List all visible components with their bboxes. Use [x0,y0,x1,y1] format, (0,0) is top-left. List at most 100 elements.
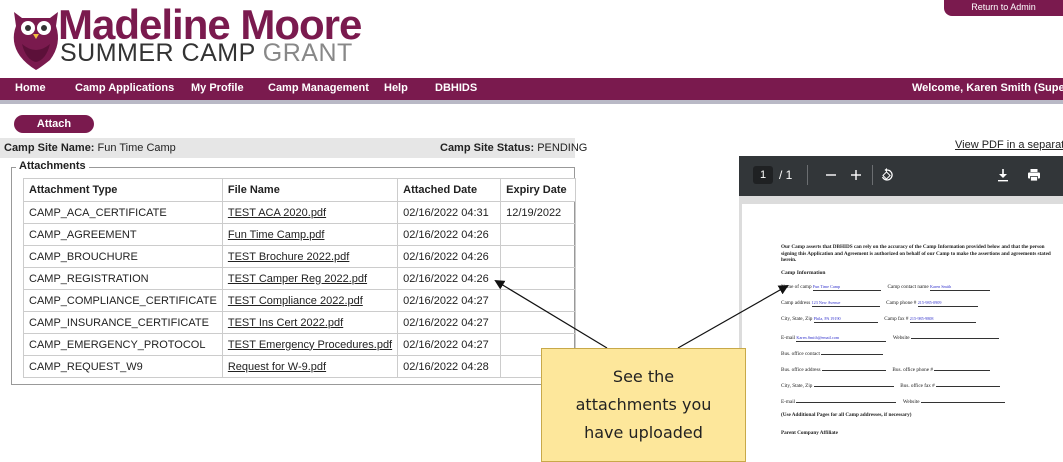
minus-icon[interactable] [825,169,837,181]
site-header: Madeline Moore SUMMER CAMP GRANT Return … [0,0,1063,78]
owl-logo-icon [13,12,58,70]
doc-label: E-mail [781,335,796,341]
doc-row: E-mail Karen.Smith@email.com Website [781,332,999,342]
doc-row: Bus. office contact [781,348,884,357]
pdf-page: Our Camp asserts that DBHIDS can rely on… [742,204,1063,460]
file-link[interactable]: TEST ACA 2020.pdf [221,201,399,224]
callout-line: See the [612,367,675,386]
doc-value: 215-985-9808 [909,316,934,321]
doc-label: City, State, Zip [781,316,813,322]
doc-value: Phila, PA 19190 [813,316,841,321]
cell-type: CAMP_EMERGENCY_PROTOCOL [23,333,223,356]
doc-label: City, State, Zip [781,383,813,389]
nav-divider [0,100,1063,104]
cell-type: CAMP_COMPLIANCE_CERTIFICATE [23,289,223,312]
doc-label: Camp address [781,300,811,306]
nav-help[interactable]: Help [384,82,408,94]
table-row: CAMP_INSURANCE_CERTIFICATE TEST Ins Cert… [23,311,577,334]
cell-attached: 02/16/2022 04:31 [397,201,502,224]
table-row: CAMP_COMPLIANCE_CERTIFICATE TEST Complia… [23,289,577,312]
col-attachment-type[interactable]: Attachment Type [23,178,223,202]
file-link[interactable]: TEST Emergency Procedures.pdf [221,333,399,356]
cell-expiry [500,223,577,246]
cell-expiry [500,267,577,290]
doc-row: City, State, Zip Bus. office fax # [781,380,1001,389]
doc-label: Website [902,399,920,405]
camp-site-name: Camp Site Name: Fun Time Camp [4,142,176,154]
file-link[interactable]: Request for W-9.pdf [221,355,399,378]
toolbar-divider [872,165,873,185]
cell-type: CAMP_INSURANCE_CERTIFICATE [23,311,223,334]
plus-icon[interactable] [850,169,862,181]
camp-site-status-value: PENDING [537,142,588,154]
cell-expiry [500,311,577,334]
doc-label: Bus. office phone # [892,367,933,373]
file-link[interactable]: TEST Compliance 2022.pdf [221,289,399,312]
doc-label: Bus. office address [781,367,821,373]
attachments-table: Attachment Type File Name Attached Date … [23,178,577,378]
table-row: CAMP_BROUCHURE TEST Brochure 2022.pdf 02… [23,245,577,268]
doc-heading: Camp Information [781,270,826,276]
file-link[interactable]: TEST Brochure 2022.pdf [221,245,399,268]
doc-label: E-mail [781,399,796,405]
nav-camp-applications[interactable]: Camp Applications [75,82,174,94]
doc-row: E-mail Website [781,396,1005,405]
attach-button[interactable]: Attach [14,115,94,133]
file-link[interactable]: Fun Time Camp.pdf [221,223,399,246]
doc-row: Bus. office address Bus. office phone # [781,364,991,373]
cell-type: CAMP_BROUCHURE [23,245,223,268]
table-header-row: Attachment Type File Name Attached Date … [23,178,577,202]
rotate-icon[interactable] [880,168,894,182]
main-nav: Home Camp Applications My Profile Camp M… [0,78,1063,100]
cell-attached: 02/16/2022 04:27 [397,289,502,312]
nav-my-profile[interactable]: My Profile [191,82,244,94]
col-expiry-date[interactable]: Expiry Date [500,178,577,202]
table-row: CAMP_EMERGENCY_PROTOCOL TEST Emergency P… [23,333,577,356]
top-right-button[interactable]: Return to Admin [944,0,1063,16]
cell-expiry [500,289,577,312]
site-status-bar: Camp Site Name: Fun Time Camp Camp Site … [0,138,587,158]
cell-attached: 02/16/2022 04:26 [397,245,502,268]
doc-row: Name of camp Fun Time Camp Camp contact … [781,284,990,291]
toolbar-divider [807,165,808,185]
cell-type: CAMP_REQUEST_W9 [23,355,223,378]
nav-dbhids[interactable]: DBHIDS [435,82,477,94]
print-icon[interactable] [1027,168,1041,182]
col-attached-date[interactable]: Attached Date [397,178,502,202]
cell-expiry: 12/19/2022 [500,201,577,224]
doc-value: 215-985-0909 [917,300,942,305]
file-link[interactable]: TEST Camper Reg 2022.pdf [221,267,399,290]
nav-home[interactable]: Home [15,82,46,94]
doc-value: Fun Time Camp [812,284,841,289]
callout-line: have uploaded [584,423,703,442]
table-row: CAMP_ACA_CERTIFICATE TEST ACA 2020.pdf 0… [23,201,577,224]
doc-value: Karen Smith [929,284,952,289]
doc-value: 123 New Avenue [811,300,841,305]
cell-attached: 02/16/2022 04:27 [397,333,502,356]
brand-subtitle: SUMMER CAMP GRANT [60,40,353,66]
download-icon[interactable] [997,168,1009,182]
page-number-input[interactable]: 1 [753,166,773,184]
cell-attached: 02/16/2022 04:28 [397,355,502,378]
cell-attached: 02/16/2022 04:26 [397,223,502,246]
doc-value: Karen.Smith@email.com [796,335,840,340]
brand-sub-light: GRANT [262,39,353,67]
file-link[interactable]: TEST Ins Cert 2022.pdf [221,311,399,334]
doc-label: Camp fax # [884,316,909,322]
cell-attached: 02/16/2022 04:27 [397,311,502,334]
pdf-viewer: 1 / 1 Our Camp asserts that DBHIDS can r… [739,156,1063,460]
pdf-toolbar: 1 / 1 [739,156,1063,196]
camp-site-name-value: Fun Time Camp [97,142,176,154]
doc-row: City, State, Zip Phila, PA 19190 Camp fa… [781,316,976,323]
camp-site-status: Camp Site Status: PENDING [440,142,587,154]
cell-type: CAMP_ACA_CERTIFICATE [23,201,223,224]
doc-label: Camp contact name [887,284,929,290]
doc-label: Bus. office fax # [900,383,935,389]
doc-parent-affiliate: Parent Company Affiliate [781,430,838,436]
brand-sub-main: SUMMER CAMP [60,39,256,67]
nav-camp-management[interactable]: Camp Management [268,82,369,94]
col-file-name[interactable]: File Name [221,178,399,202]
cell-type: CAMP_AGREEMENT [23,223,223,246]
view-pdf-link[interactable]: View PDF in a separate wi [955,139,1063,151]
doc-label: Name of camp [781,284,812,290]
